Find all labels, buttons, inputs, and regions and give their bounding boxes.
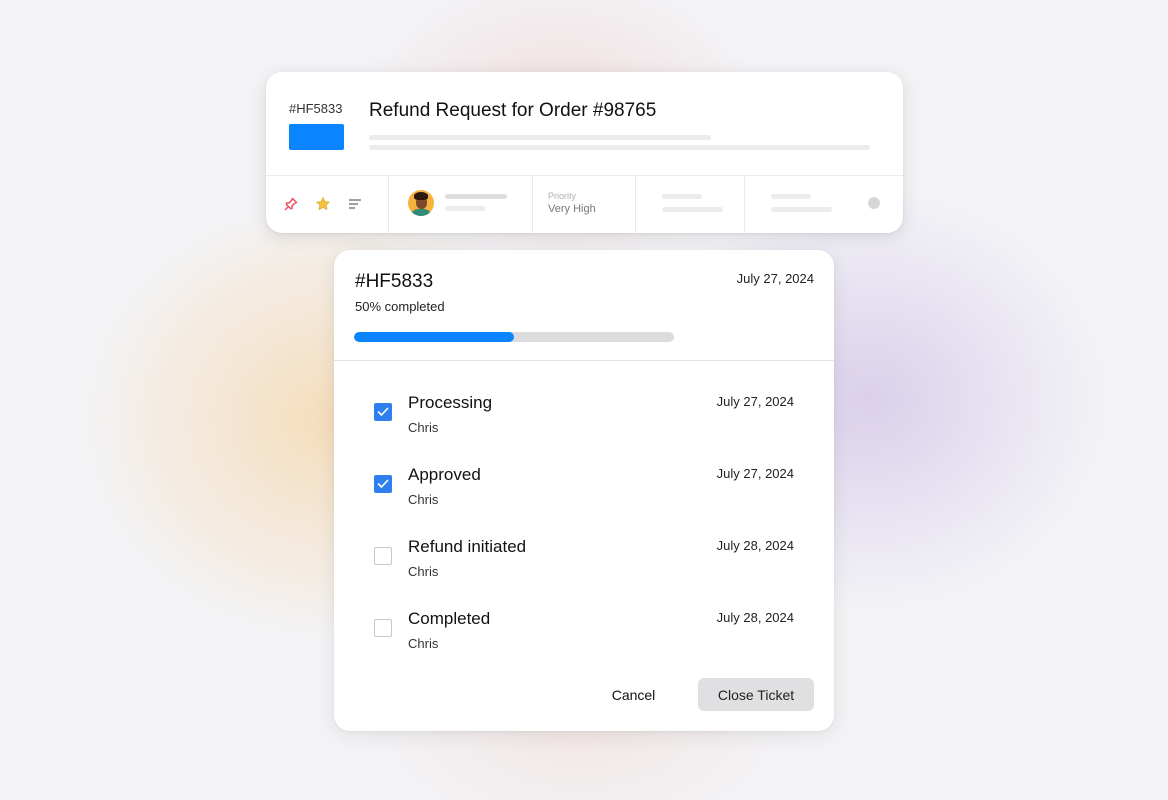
assignee-avatar[interactable]	[408, 190, 434, 216]
field-placeholder-line	[771, 207, 832, 212]
star-icon[interactable]	[315, 196, 331, 212]
priority-label: Priority	[548, 191, 577, 201]
description-placeholder-line	[369, 135, 711, 140]
card-divider	[266, 175, 903, 176]
step-title: Refund initiated	[408, 537, 527, 556]
description-placeholder-line	[369, 145, 870, 150]
step-date: July 28, 2024	[716, 538, 794, 553]
dialog-ticket-id: #HF5833	[355, 271, 434, 292]
close-ticket-dialog: #HF5833 July 27, 2024 50% completed Proc…	[334, 250, 834, 731]
status-tag-placeholder	[289, 124, 344, 150]
ticket-id: #HF5833	[289, 101, 343, 116]
dialog-date: July 27, 2024	[736, 271, 814, 286]
ticket-summary-card[interactable]: #HF5833 Refund Request for Order #98765 …	[266, 72, 903, 233]
progress-text: 50% completed	[355, 299, 445, 314]
step-user: Chris	[408, 636, 439, 651]
step-user: Chris	[408, 492, 439, 507]
step-user: Chris	[408, 564, 439, 579]
step-date: July 27, 2024	[716, 466, 794, 481]
ticket-title: Refund Request for Order #98765	[369, 100, 657, 121]
menu-lines-icon[interactable]	[347, 196, 363, 212]
column-separator	[532, 176, 533, 233]
status-dot	[868, 197, 880, 209]
progress-bar	[354, 332, 674, 342]
step-user: Chris	[408, 420, 439, 435]
step-processing: Processing Chris July 27, 2024	[334, 393, 834, 453]
step-checkbox[interactable]	[374, 403, 392, 421]
column-separator	[635, 176, 636, 233]
step-checkbox[interactable]	[374, 547, 392, 565]
check-icon	[377, 479, 389, 488]
step-checkbox[interactable]	[374, 475, 392, 493]
step-date: July 27, 2024	[716, 394, 794, 409]
step-refund-initiated: Refund initiated Chris July 28, 2024	[334, 537, 834, 597]
step-title: Processing	[408, 393, 493, 412]
step-date: July 28, 2024	[716, 610, 794, 625]
cancel-button[interactable]: Cancel	[596, 678, 671, 711]
step-approved: Approved Chris July 27, 2024	[334, 465, 834, 525]
step-checkbox[interactable]	[374, 619, 392, 637]
field-placeholder-line	[771, 194, 811, 199]
pin-icon[interactable]	[283, 196, 299, 212]
field-placeholder-line	[662, 194, 702, 199]
assignee-role-placeholder	[445, 206, 485, 211]
check-icon	[377, 407, 389, 416]
assignee-name-placeholder	[445, 194, 507, 199]
column-separator	[744, 176, 745, 233]
step-title: Completed	[408, 609, 491, 628]
close-ticket-button[interactable]: Close Ticket	[698, 678, 814, 711]
priority-value: Very High	[548, 203, 596, 215]
step-title: Approved	[408, 465, 481, 484]
field-placeholder-line	[662, 207, 723, 212]
step-completed: Completed Chris July 28, 2024	[334, 609, 834, 669]
dialog-divider	[334, 360, 834, 361]
progress-bar-fill	[354, 332, 514, 342]
column-separator	[388, 176, 389, 233]
